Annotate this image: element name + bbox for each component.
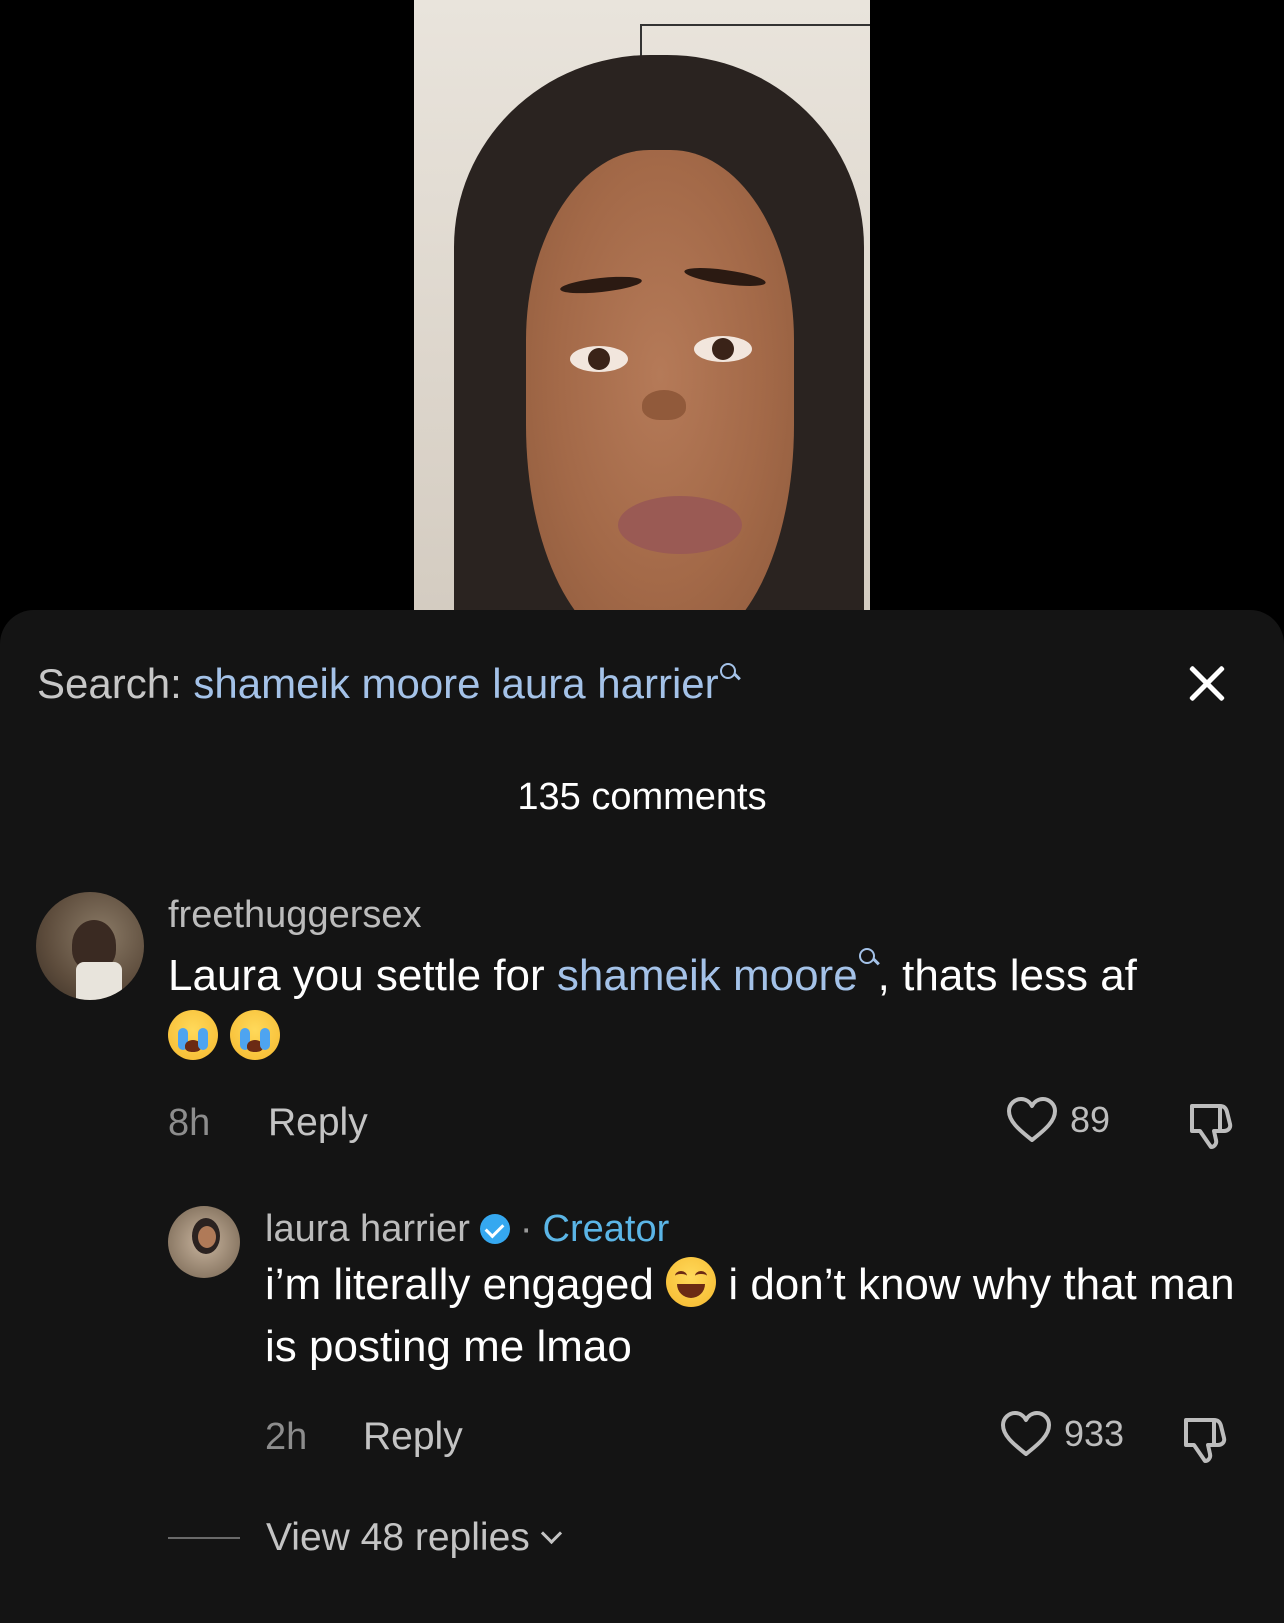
comment-count: 135 comments <box>517 776 767 818</box>
close-icon[interactable] <box>1182 660 1230 708</box>
comment-username[interactable]: freethuggersex <box>168 894 422 937</box>
like-count: 933 <box>1064 1413 1125 1454</box>
avatar[interactable] <box>168 1206 240 1278</box>
video-subject-face <box>526 150 794 610</box>
avatar[interactable] <box>36 892 144 1000</box>
reply-button[interactable]: Reply <box>268 1101 368 1145</box>
search-label: Search: <box>37 660 182 707</box>
verified-icon <box>479 1214 510 1244</box>
comment-text: i’m literally engaged i don’t know why t… <box>265 1254 1255 1378</box>
divider <box>168 1537 240 1539</box>
comment-time: 8h <box>168 1102 211 1144</box>
search-glyph-icon <box>719 662 739 682</box>
like-count: 89 <box>1070 1099 1111 1140</box>
search-suggestion[interactable]: Search: shameik moore laura harrier <box>37 660 739 708</box>
heart-icon <box>1001 1411 1051 1456</box>
face-with-tears-of-joy-icon <box>666 1257 717 1307</box>
video-preview[interactable] <box>414 0 870 610</box>
comment-text: Laura you settle for shameik moore, that… <box>168 945 1258 1069</box>
search-glyph-icon <box>858 947 878 967</box>
separator-dot: · <box>519 1208 533 1250</box>
dislike-icon[interactable] <box>1180 1412 1232 1464</box>
search-term[interactable]: shameik moore laura harrier <box>193 660 718 707</box>
creator-badge: Creator <box>542 1208 670 1250</box>
view-replies-button[interactable]: View 48 replies <box>168 1516 562 1560</box>
like-button[interactable]: 89 <box>1006 1096 1110 1144</box>
comments-sheet: Search: shameik moore laura harrier 135 … <box>0 610 1284 1623</box>
dislike-icon[interactable] <box>1186 1098 1238 1150</box>
mention-link[interactable]: shameik moore <box>557 951 858 1000</box>
like-button[interactable]: 933 <box>1000 1410 1124 1458</box>
comment-username[interactable]: laura harrier <box>265 1208 470 1250</box>
view-replies-label: View 48 replies <box>266 1516 530 1559</box>
loudly-crying-face-icon <box>168 1010 218 1060</box>
comment-username-row: laura harrier · Creator <box>265 1208 669 1251</box>
heart-icon <box>1007 1097 1057 1142</box>
loudly-crying-face-icon <box>230 1010 281 1060</box>
comment-time: 2h <box>265 1416 308 1458</box>
reply-button[interactable]: Reply <box>363 1415 463 1459</box>
chevron-down-icon <box>540 1522 562 1544</box>
